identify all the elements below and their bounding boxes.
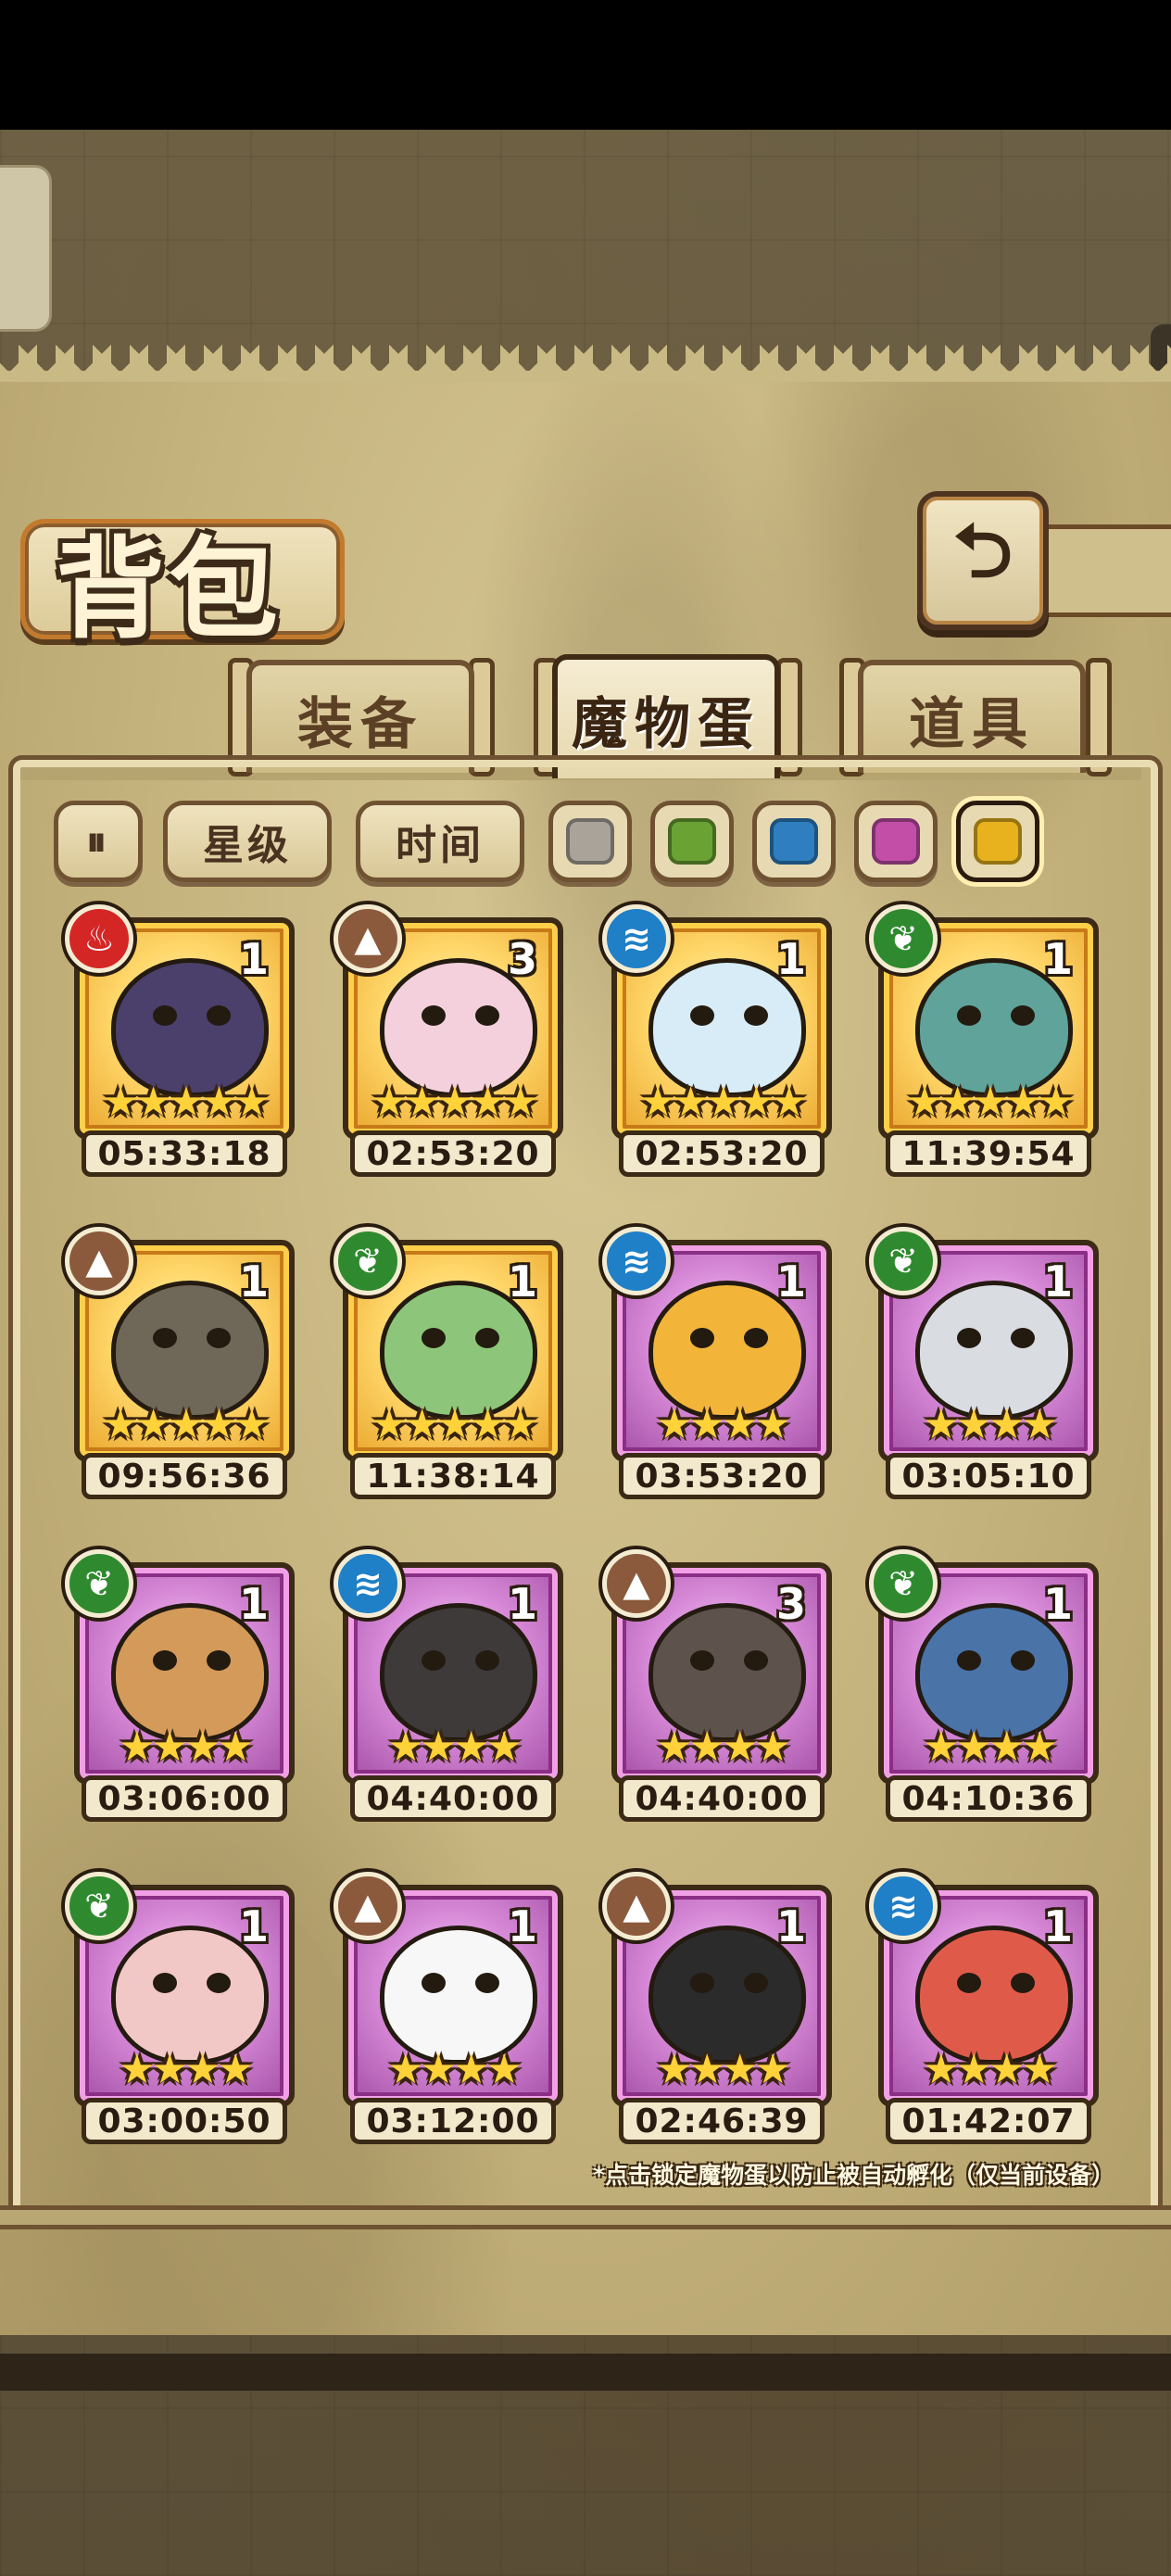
- rarity-filter-gray[interactable]: [548, 801, 632, 882]
- hatch-timer: 03:06:00: [82, 1775, 287, 1822]
- star-rating: ★★★★★: [371, 1079, 538, 1126]
- egg-count: 3: [775, 1579, 806, 1629]
- earth-element-icon: ▲: [65, 1227, 133, 1295]
- hatch-timer: 09:56:36: [82, 1453, 287, 1499]
- egg-count: 1: [775, 1901, 806, 1951]
- star-rating: ★★★★: [923, 2046, 1058, 2093]
- hatch-timer: 01:42:07: [886, 2098, 1091, 2144]
- back-button[interactable]: ⮌: [917, 491, 1049, 630]
- star-rating: ★★★★★: [102, 1401, 270, 1448]
- page-title: 背包: [56, 525, 283, 653]
- water-element-icon: ≋: [869, 1872, 938, 1940]
- status-bar: [0, 0, 1171, 130]
- sort-order-toggle[interactable]: ⏸: [54, 801, 143, 882]
- egg-count: 1: [1042, 934, 1073, 984]
- tab-post: [776, 658, 802, 777]
- sort-by-time-button[interactable]: 时间: [356, 801, 524, 882]
- star-rating: ★★★★: [119, 1724, 254, 1771]
- egg-count: 1: [507, 1256, 537, 1307]
- panel-bottom-rail: [0, 2205, 1171, 2229]
- tab-items[interactable]: 道具: [858, 660, 1086, 773]
- egg-count: 1: [775, 934, 806, 984]
- grass-element-icon: ❦: [869, 1549, 938, 1618]
- egg-count: 1: [1042, 1256, 1073, 1307]
- rarity-filter-blue[interactable]: [752, 801, 836, 882]
- egg-count: 1: [1042, 1901, 1073, 1951]
- rarity-filter-gold[interactable]: [956, 801, 1039, 882]
- hatch-timer: 11:39:54: [886, 1130, 1091, 1177]
- earth-element-icon: ▲: [334, 1872, 402, 1940]
- egg-count: 1: [1042, 1579, 1073, 1629]
- hatch-timer: 04:10:36: [886, 1775, 1091, 1822]
- star-rating: ★★★★: [119, 2046, 254, 2093]
- egg-count: 1: [507, 1901, 537, 1951]
- water-element-icon: ≋: [334, 1549, 402, 1618]
- star-rating: ★★★★: [387, 1724, 523, 1771]
- star-rating: ★★★★★: [906, 1079, 1074, 1126]
- return-arrow-icon: ⮌: [952, 508, 1014, 594]
- hatch-timer: 04:40:00: [619, 1775, 825, 1822]
- star-rating: ★★★★: [656, 2046, 791, 2093]
- bottom-shadow-bar: [0, 2354, 1171, 2391]
- earth-element-icon: ▲: [602, 1872, 671, 1940]
- lock-hint-note: *点击锁定魔物蛋以防止被自动孵化（仅当前设备）: [593, 2162, 1115, 2189]
- grass-element-icon: ❦: [65, 1872, 133, 1940]
- egg-count: 1: [238, 1579, 269, 1629]
- hatch-timer: 02:53:20: [619, 1130, 825, 1177]
- water-element-icon: ≋: [602, 1227, 671, 1295]
- rarity-filter-green[interactable]: [650, 801, 734, 882]
- star-rating: ★★★★★: [639, 1079, 807, 1126]
- tab-equipment[interactable]: 装备: [246, 660, 474, 773]
- grass-element-icon: ❦: [869, 904, 938, 973]
- grass-element-icon: ❦: [65, 1549, 133, 1618]
- star-rating: ★★★★: [656, 1401, 791, 1448]
- fire-element-icon: ♨: [65, 904, 133, 973]
- side-tab-left[interactable]: [0, 165, 52, 332]
- sort-by-stars-button[interactable]: 星级: [163, 801, 332, 882]
- star-rating: ★★★★: [923, 1401, 1058, 1448]
- star-rating: ★★★★: [387, 2046, 523, 2093]
- water-element-icon: ≋: [602, 904, 671, 973]
- egg-count: 1: [238, 1256, 269, 1307]
- hatch-timer: 03:00:50: [82, 2098, 287, 2144]
- star-rating: ★★★★★: [371, 1401, 538, 1448]
- star-rating: ★★★★★: [102, 1079, 270, 1126]
- egg-count: 1: [775, 1256, 806, 1307]
- earth-element-icon: ▲: [602, 1549, 671, 1618]
- hatch-timer: 03:53:20: [619, 1453, 825, 1499]
- hatch-timer: 02:53:20: [350, 1130, 556, 1177]
- hatch-timer: 11:38:14: [350, 1453, 556, 1499]
- star-rating: ★★★★: [656, 1724, 791, 1771]
- grass-element-icon: ❦: [869, 1227, 938, 1295]
- star-rating: ★★★★: [923, 1724, 1058, 1771]
- hatch-timer: 03:12:00: [350, 2098, 556, 2144]
- panel-edge-top: [0, 345, 1171, 382]
- hatch-timer: 05:33:18: [82, 1130, 287, 1177]
- egg-count: 1: [238, 1901, 269, 1951]
- egg-count: 1: [238, 934, 269, 984]
- tab-post: [1086, 658, 1112, 777]
- egg-count: 3: [507, 934, 537, 984]
- hatch-timer: 02:46:39: [619, 2098, 825, 2144]
- egg-count: 1: [507, 1579, 537, 1629]
- rarity-filter-purple[interactable]: [854, 801, 938, 882]
- grass-element-icon: ❦: [334, 1227, 402, 1295]
- hatch-timer: 03:05:10: [886, 1453, 1091, 1499]
- hatch-timer: 04:40:00: [350, 1775, 556, 1822]
- sort-toggle-icon: ⏸: [86, 817, 110, 865]
- earth-element-icon: ▲: [334, 904, 402, 973]
